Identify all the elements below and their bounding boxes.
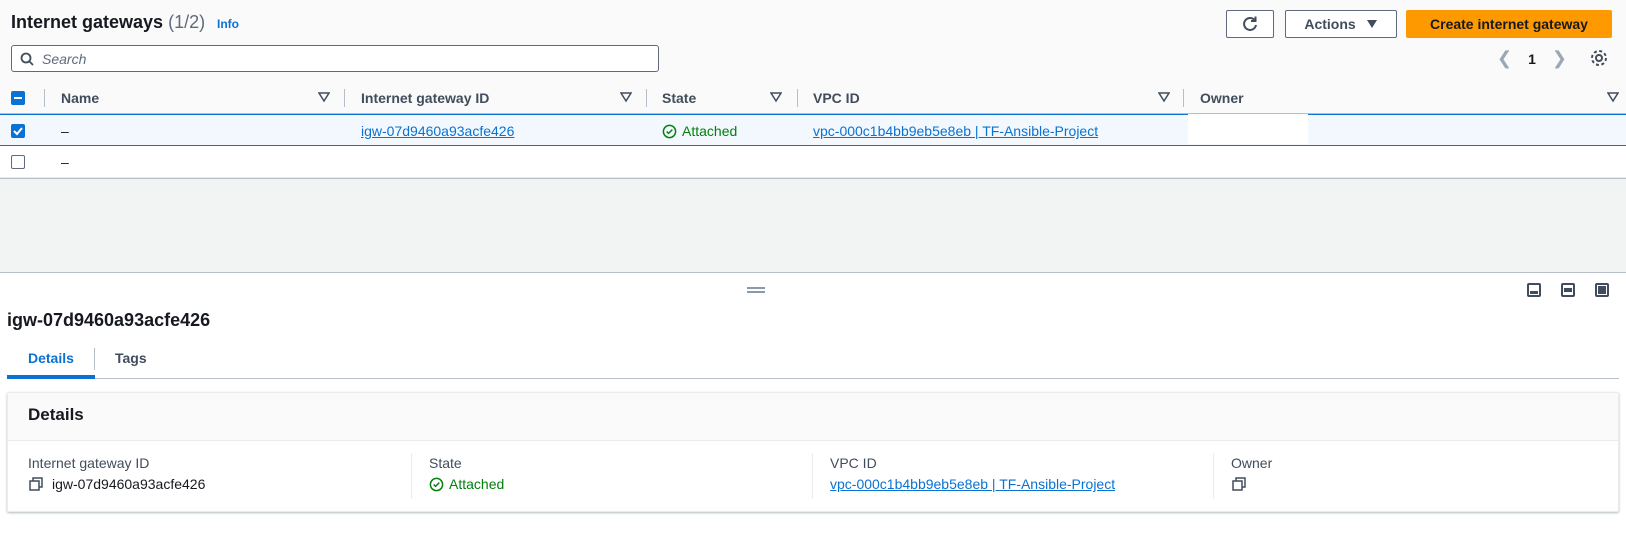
actions-label: Actions [1304,16,1356,32]
split-bottom-icon[interactable] [1527,283,1541,297]
igw-id-value: igw-07d9460a93acfe426 [52,476,206,492]
detail-title: igw-07d9460a93acfe426 [7,310,211,330]
pagination: ❮ 1 ❯ [1497,48,1567,69]
resize-handle-icon[interactable] [747,287,765,293]
actions-button[interactable]: Actions [1285,10,1397,38]
column-header-owner[interactable]: Owner [1200,82,1244,114]
page-header: Internet gateways (1/2) Info Actions Cre… [0,0,1626,82]
table-row[interactable]: – [0,146,1626,178]
column-header-name[interactable]: Name [61,82,99,114]
column-divider[interactable] [646,89,647,107]
field-value: igw-07d9460a93acfe426 [28,476,205,492]
owner-redaction [1188,114,1308,144]
success-check-circle-icon [429,477,444,491]
page-title: Internet gateways (1/2) [11,12,205,33]
field-state: State Attached [429,455,504,492]
sort-icon[interactable] [1607,91,1619,103]
field-igw-id: Internet gateway ID igw-07d9460a93acfe42… [28,455,205,492]
selection-count: (1/2) [168,12,206,32]
field-vpc-id: VPC ID vpc-000c1b4bb9eb5e8eb | TF-Ansibl… [830,455,1115,492]
column-divider[interactable] [797,89,798,107]
success-check-circle-icon [662,124,677,138]
current-page[interactable]: 1 [1528,51,1536,67]
column-separator [1213,453,1214,499]
field-label: VPC ID [830,455,877,471]
field-label: State [429,455,462,471]
column-header-state[interactable]: State [662,82,696,114]
field-owner: Owner [1231,455,1272,492]
refresh-button[interactable] [1226,10,1274,38]
refresh-icon [1243,16,1257,31]
caret-down-icon [1366,20,1377,28]
table-header: Name Internet gateway ID State VPC ID Ow… [0,82,1626,114]
state-value: Attached [449,476,505,492]
table-row[interactable]: – igw-07d9460a93acfe426 Attached vpc-000… [0,114,1626,146]
search-placeholder: Search [42,50,87,67]
field-value [1231,476,1272,492]
field-label: Owner [1231,455,1273,471]
copy-icon[interactable] [1231,476,1247,492]
tab-details[interactable]: Details [28,350,74,366]
field-label: Internet gateway ID [28,455,150,471]
column-divider [44,89,45,107]
sort-icon[interactable] [1158,91,1170,103]
search-icon [20,52,34,66]
create-internet-gateway-button[interactable]: Create internet gateway [1406,10,1612,38]
field-value: vpc-000c1b4bb9eb5e8eb | TF-Ansible-Proje… [830,476,1115,492]
cell-igw-id-link[interactable]: igw-07d9460a93acfe426 [361,115,514,147]
row-checkbox[interactable] [11,124,25,138]
column-header-igw-id[interactable]: Internet gateway ID [361,82,489,114]
page-title-text: Internet gateways [11,12,164,32]
vpc-id-link[interactable]: vpc-000c1b4bb9eb5e8eb | TF-Ansible-Proje… [830,476,1115,492]
details-panel-title: Details [28,405,84,424]
column-separator [411,453,412,499]
search-field[interactable]: Search [11,45,659,72]
tab-divider [94,348,95,370]
info-link[interactable]: Info [217,17,239,31]
cell-vpc-id-link[interactable]: vpc-000c1b4bb9eb5e8eb | TF-Ansible-Proje… [813,115,1098,147]
column-divider[interactable] [1183,89,1184,107]
detail-tabs: Details Tags [7,344,1619,379]
cell-name: – [61,154,69,170]
row-checkbox[interactable] [11,155,25,169]
select-all-checkbox[interactable] [11,91,25,105]
copy-icon[interactable] [28,476,44,492]
column-divider[interactable] [344,89,345,107]
settings-gear-icon[interactable] [1589,48,1609,68]
active-tab-indicator [7,375,95,379]
sort-icon[interactable] [620,91,632,103]
previous-page-icon[interactable]: ❮ [1497,48,1512,69]
cell-name: – [61,123,69,139]
column-header-vpc-id[interactable]: VPC ID [813,82,860,114]
column-separator [812,453,813,499]
cell-state: Attached [662,115,737,147]
table-empty-area [0,178,1626,273]
sort-icon[interactable] [770,91,782,103]
sort-icon[interactable] [318,91,330,103]
tab-tags[interactable]: Tags [115,350,147,366]
state-text: Attached [682,123,738,139]
details-panel: Details Internet gateway ID igw-07d9460a… [7,392,1619,512]
split-side-icon[interactable] [1561,283,1575,297]
next-page-icon[interactable]: ❯ [1552,48,1567,69]
checkmark-icon [13,127,23,136]
field-value: Attached [429,476,504,492]
details-panel-header: Details [8,393,1618,441]
split-full-icon[interactable] [1595,283,1609,297]
